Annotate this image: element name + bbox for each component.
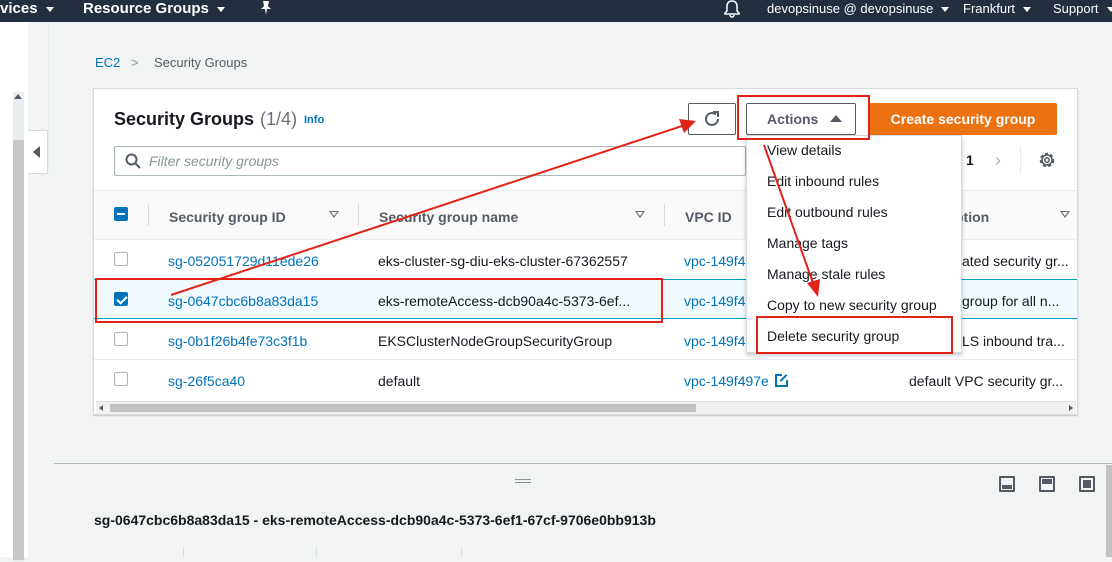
menu-item-edit-outbound-rules[interactable]: Edit outbound rules	[767, 203, 888, 221]
title-text: Security Groups	[114, 109, 255, 129]
services-menu[interactable]: vices	[0, 0, 54, 17]
account-menu[interactable]: devopsinuse @ devopsinuse	[767, 0, 950, 17]
row-checkbox-checked[interactable]	[114, 292, 128, 306]
column-header-name[interactable]: Security group name	[379, 209, 518, 225]
refresh-button[interactable]	[688, 103, 736, 135]
search-icon	[125, 153, 141, 169]
support-menu[interactable]: Support	[1053, 0, 1112, 17]
filter-placeholder: Filter security groups	[149, 153, 279, 169]
menu-item-edit-inbound-rules[interactable]: Edit inbound rules	[767, 172, 879, 190]
scroll-right-arrow-icon[interactable]	[1069, 405, 1073, 411]
top-navigation-bar: vices Resource Groups devopsinuse @ devo…	[0, 0, 1112, 22]
pin-icon[interactable]	[259, 0, 273, 16]
menu-item-manage-tags[interactable]: Manage tags	[767, 234, 848, 252]
scrollbar-thumb[interactable]	[110, 404, 696, 412]
panel-position-side-icon[interactable]	[1039, 476, 1055, 492]
left-panel-scrollbar-thumb[interactable]	[13, 140, 24, 560]
breadcrumb-separator-icon: >	[131, 55, 139, 70]
actions-button[interactable]: Actions	[746, 103, 856, 135]
panel-divider	[48, 22, 49, 172]
current-page-number[interactable]: 1	[966, 152, 974, 168]
security-group-id-link[interactable]: sg-052051729d11ede26	[168, 252, 358, 270]
breadcrumb-current: Security Groups	[154, 55, 248, 70]
refresh-icon	[705, 111, 719, 126]
vpc-id-link[interactable]: vpc-149f497e	[684, 372, 809, 390]
row-checkbox[interactable]	[114, 332, 128, 346]
menu-item-copy-to-new-security-group[interactable]: Copy to new security group	[767, 296, 937, 314]
security-group-name: eks-cluster-sg-diu-eks-cluster-67362557	[378, 253, 628, 269]
chevron-down-icon	[216, 6, 225, 12]
scroll-left-arrow-icon[interactable]	[99, 405, 103, 411]
region-label: Frankfurt	[963, 1, 1016, 16]
tab-divider	[316, 548, 317, 557]
tab-divider	[461, 548, 462, 557]
security-group-name: EKSClusterNodeGroupSecurityGroup	[378, 333, 613, 349]
column-divider	[664, 204, 665, 226]
column-header-id[interactable]: Security group ID	[169, 209, 286, 225]
bell-icon[interactable]	[723, 0, 741, 18]
page-vertical-scrollbar[interactable]	[1106, 465, 1112, 557]
sort-icon[interactable]	[329, 211, 339, 218]
security-group-id-link[interactable]: sg-0647cbc6b8a83da15	[168, 292, 358, 310]
vpc-id-link[interactable]: vpc-149f4	[684, 332, 746, 350]
security-group-name: eks-remoteAccess-dcb90a4c-5373-6ef...	[378, 293, 631, 309]
details-split-panel	[54, 463, 1112, 557]
support-label: Support	[1053, 1, 1099, 16]
external-link-icon	[774, 373, 789, 387]
chevron-left-icon	[33, 146, 40, 158]
create-security-group-button[interactable]: Create security group	[869, 103, 1057, 135]
column-header-vpc[interactable]: VPC ID	[685, 209, 732, 225]
account-label: devopsinuse @ devopsinuse	[767, 1, 934, 16]
table-horizontal-scrollbar[interactable]	[96, 401, 1076, 414]
chevron-down-icon	[45, 6, 54, 12]
tab-divider	[183, 548, 184, 557]
actions-label: Actions	[767, 111, 819, 127]
sort-icon[interactable]	[1060, 211, 1070, 218]
security-group-description: LS inbound tra...	[962, 333, 1065, 349]
chevron-right-icon[interactable]: ›	[995, 151, 1001, 169]
left-navigation-panel	[0, 22, 28, 562]
collapse-navigation-button[interactable]	[28, 130, 48, 174]
chevron-down-icon	[1023, 7, 1032, 13]
menu-item-delete-security-group[interactable]: Delete security group	[767, 327, 899, 345]
chevron-down-icon	[941, 7, 950, 13]
details-panel-title: sg-0647cbc6b8a83da15 - eks-remoteAccess-…	[94, 512, 656, 528]
vpc-id-text: vpc-149f497e	[684, 373, 769, 389]
security-group-name: default	[378, 373, 421, 389]
resize-handle-icon[interactable]	[515, 479, 531, 483]
settings-gear-icon[interactable]	[1037, 150, 1057, 170]
column-divider	[358, 204, 359, 226]
resource-groups-label: Resource Groups	[83, 0, 209, 17]
caret-up-icon	[830, 115, 842, 122]
column-divider	[148, 204, 149, 226]
sort-icon[interactable]	[635, 211, 645, 218]
security-group-id-link[interactable]: sg-26f5ca40	[168, 372, 358, 390]
chevron-down-icon	[1106, 7, 1112, 13]
select-all-checkbox[interactable]	[114, 207, 128, 221]
row-checkbox[interactable]	[114, 372, 128, 386]
region-menu[interactable]: Frankfurt	[963, 0, 1032, 17]
pagination-divider	[1020, 146, 1021, 174]
page-title: Security Groups (1/4)	[114, 108, 297, 130]
filter-security-groups-input[interactable]: Filter security groups	[114, 146, 746, 176]
panel-maximize-icon[interactable]	[1079, 476, 1095, 492]
security-group-description: group for all n...	[962, 293, 1060, 309]
panel-position-bottom-icon[interactable]	[999, 476, 1015, 492]
row-checkbox[interactable]	[114, 252, 128, 266]
menu-item-view-details[interactable]: View details	[767, 141, 841, 159]
services-label: vices	[0, 0, 38, 17]
scroll-up-arrow-icon[interactable]	[14, 94, 22, 99]
vpc-id-link[interactable]: vpc-149f4	[684, 292, 746, 310]
security-group-id-link[interactable]: sg-0b1f26b4fe73c3f1b	[168, 332, 358, 350]
info-link[interactable]: Info	[304, 114, 324, 126]
resource-groups-menu[interactable]: Resource Groups	[83, 0, 225, 17]
security-group-description: default VPC security gr...	[909, 373, 1064, 389]
security-group-description: ated security gr...	[962, 253, 1069, 269]
selection-count: (1/4)	[260, 109, 298, 129]
menu-item-manage-stale-rules[interactable]: Manage stale rules	[767, 265, 885, 283]
vpc-id-link[interactable]: vpc-149f4	[684, 252, 746, 270]
breadcrumb-ec2[interactable]: EC2	[95, 55, 120, 71]
